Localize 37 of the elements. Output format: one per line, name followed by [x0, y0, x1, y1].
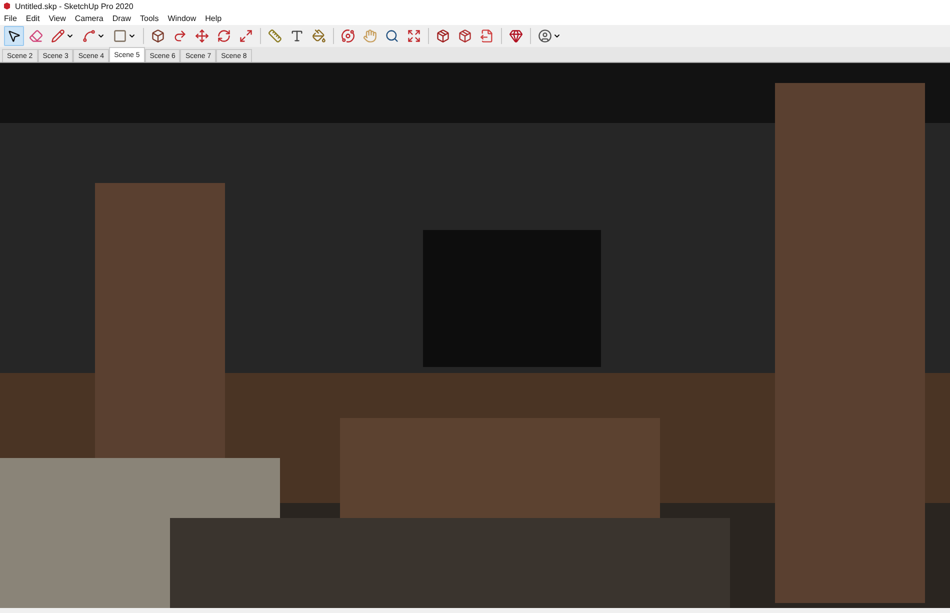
account-icon: [538, 29, 552, 43]
rectangle-icon: [113, 29, 127, 43]
menu-item[interactable]: Camera: [74, 14, 104, 23]
menu-item[interactable]: View: [48, 14, 66, 23]
warehouse-icon: [436, 29, 450, 43]
app-logo-icon: [3, 2, 11, 10]
extension-icon: [458, 29, 472, 43]
tape-measure-icon: [268, 29, 282, 43]
toolbar-button[interactable]: [4, 26, 24, 46]
menu-item[interactable]: Tools: [140, 14, 159, 23]
caret-icon: [97, 32, 105, 40]
caret-icon: [128, 32, 136, 40]
move-icon: [195, 29, 209, 43]
scale-icon: [239, 29, 253, 43]
zoom-icon: [385, 29, 399, 43]
window-title: Untitled.skp - SketchUp Pro 2020: [15, 2, 134, 10]
caret-icon: [66, 32, 74, 40]
select-arrow-icon: [7, 29, 21, 43]
menu-item[interactable]: File: [4, 14, 17, 23]
menu-item[interactable]: Edit: [26, 14, 40, 23]
ruby-gem-icon: [509, 29, 523, 43]
caret-icon: [553, 32, 561, 40]
eraser-icon: [29, 29, 43, 43]
rotate-icon: [217, 29, 231, 43]
paint-bucket-icon: [312, 29, 326, 43]
push-pull-icon: [151, 29, 165, 43]
arc-icon: [82, 29, 96, 43]
text-label-icon: [290, 29, 304, 43]
menu-item[interactable]: Help: [205, 14, 222, 23]
menu-item[interactable]: Window: [168, 14, 196, 23]
zoom-extents-icon: [407, 29, 421, 43]
menu-item[interactable]: Draw: [112, 14, 132, 23]
follow-me-icon: [173, 29, 187, 43]
pencil-icon: [51, 29, 65, 43]
pan-hand-icon: [363, 29, 377, 43]
send-to-layout-icon: [480, 29, 494, 43]
orbit-icon: [341, 29, 355, 43]
